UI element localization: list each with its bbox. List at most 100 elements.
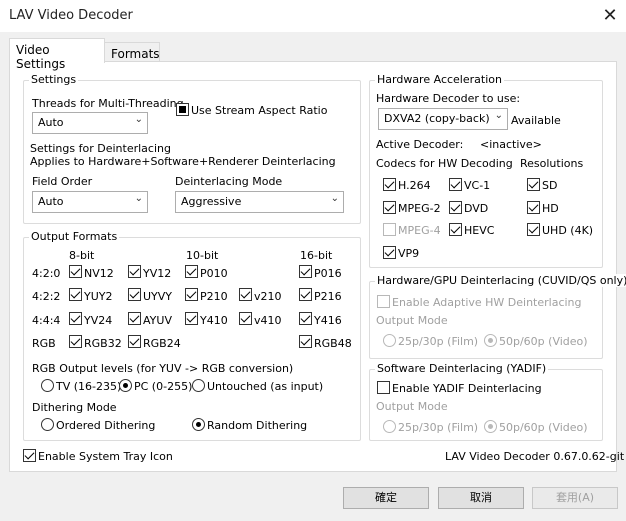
- yuy2-checkbox[interactable]: [69, 288, 82, 301]
- yadif-checkbox[interactable]: [377, 381, 390, 394]
- hw-video-radio[interactable]: [484, 334, 497, 347]
- dvd-checkbox[interactable]: [449, 201, 462, 214]
- stream-aspect-label: Use Stream Aspect Ratio: [191, 104, 328, 117]
- hw-accel-legend: Hardware Acceleration: [375, 73, 504, 86]
- yadif-label: Enable YADIF Deinterlacing: [392, 382, 542, 395]
- untouched-radio[interactable]: [192, 379, 205, 392]
- uyvy-label: UYVY: [143, 290, 173, 303]
- stream-aspect-checkbox[interactable]: [176, 103, 189, 116]
- col-16bit: 16-bit: [300, 249, 333, 262]
- ordered-dither-label: Ordered Dithering: [56, 419, 156, 432]
- p016-label: P016: [314, 267, 342, 280]
- hw-decoder-label: Hardware Decoder to use:: [376, 92, 521, 105]
- mpeg2-checkbox[interactable]: [383, 201, 396, 214]
- random-dither-radio[interactable]: [192, 418, 205, 431]
- sd-label: SD: [542, 179, 558, 192]
- p010-checkbox[interactable]: [185, 265, 198, 278]
- vp9-checkbox[interactable]: [383, 246, 396, 259]
- tray-icon-checkbox[interactable]: [23, 449, 36, 462]
- rgb24-label: RGB24: [143, 337, 181, 350]
- v210-checkbox[interactable]: [239, 288, 252, 301]
- tab-formats[interactable]: Formats: [104, 42, 160, 62]
- active-decoder-label: Active Decoder:: [376, 138, 464, 151]
- hw-decoder-select[interactable]: DXVA2 (copy-back) ⌄: [378, 108, 508, 130]
- rgb48-label: RGB48: [314, 337, 352, 350]
- col-8bit: 8-bit: [69, 249, 95, 262]
- field-order-value: Auto: [38, 195, 64, 208]
- h264-label: H.264: [398, 179, 431, 192]
- active-decoder-value: <inactive>: [480, 138, 542, 151]
- ayuv-checkbox[interactable]: [128, 312, 141, 325]
- y416-checkbox[interactable]: [299, 312, 312, 325]
- hd-checkbox[interactable]: [527, 201, 540, 214]
- uhd-label: UHD (4K): [542, 224, 594, 237]
- v410-label: v410: [254, 314, 282, 327]
- sw-video-radio[interactable]: [484, 420, 497, 433]
- threads-select[interactable]: Auto ⌄: [32, 112, 148, 134]
- close-icon[interactable]: ✕: [600, 6, 620, 26]
- p210-checkbox[interactable]: [185, 288, 198, 301]
- yv24-checkbox[interactable]: [69, 312, 82, 325]
- yv24-label: YV24: [84, 314, 113, 327]
- v410-checkbox[interactable]: [239, 312, 252, 325]
- hevc-label: HEVC: [464, 224, 495, 237]
- tab-video-settings[interactable]: Video Settings: [9, 38, 105, 71]
- hw-film-radio[interactable]: [383, 334, 396, 347]
- deint-mode-value: Aggressive: [181, 195, 242, 208]
- tv-range-radio[interactable]: [41, 379, 54, 392]
- h264-checkbox[interactable]: [383, 178, 396, 191]
- hevc-checkbox[interactable]: [449, 223, 462, 236]
- hw-deint-legend: Hardware/GPU Deinterlacing (CUVID/QS onl…: [375, 274, 626, 287]
- field-order-select[interactable]: Auto ⌄: [32, 191, 148, 213]
- ok-button[interactable]: 確定: [343, 487, 429, 509]
- uyvy-checkbox[interactable]: [128, 288, 141, 301]
- rgb24-checkbox[interactable]: [128, 335, 141, 348]
- threads-value: Auto: [38, 116, 64, 129]
- y410-label: Y410: [200, 314, 228, 327]
- dvd-label: DVD: [464, 202, 489, 215]
- yv12-checkbox[interactable]: [128, 265, 141, 278]
- sw-output-mode-label: Output Mode: [376, 400, 448, 413]
- dither-label: Dithering Mode: [32, 401, 117, 414]
- pc-range-radio[interactable]: [119, 379, 132, 392]
- p016-checkbox[interactable]: [299, 265, 312, 278]
- vc1-label: VC-1: [464, 179, 491, 192]
- sw-film-radio[interactable]: [383, 420, 396, 433]
- tray-icon-label: Enable System Tray Icon: [38, 450, 173, 463]
- deint-mode-label: Deinterlacing Mode: [175, 175, 283, 188]
- adaptive-hw-deint-checkbox[interactable]: [377, 295, 390, 308]
- hw-resolutions-label: Resolutions: [520, 157, 584, 170]
- cancel-button[interactable]: 取消: [438, 487, 524, 509]
- nv12-label: NV12: [84, 267, 114, 280]
- ordered-dither-radio[interactable]: [41, 418, 54, 431]
- deint-mode-select[interactable]: Aggressive ⌄: [175, 191, 344, 213]
- hw-film-label: 25p/30p (Film): [398, 335, 479, 348]
- pc-range-label: PC (0-255): [134, 380, 193, 393]
- nv12-checkbox[interactable]: [69, 265, 82, 278]
- mpeg4-checkbox[interactable]: [383, 223, 396, 236]
- sd-checkbox[interactable]: [527, 178, 540, 191]
- sw-film-label: 25p/30p (Film): [398, 421, 479, 434]
- version-text: LAV Video Decoder 0.67.0.62-git: [445, 450, 625, 463]
- vc1-checkbox[interactable]: [449, 178, 462, 191]
- mpeg4-label: MPEG-4: [398, 224, 441, 237]
- hw-codecs-label: Codecs for HW Decoding: [376, 157, 513, 170]
- apply-button[interactable]: 套用(A): [532, 487, 618, 509]
- rgb-levels-label: RGB Output levels (for YUV -> RGB conver…: [32, 362, 294, 375]
- row-420-label: 4:2:0: [32, 267, 61, 280]
- rgb32-label: RGB32: [84, 337, 122, 350]
- chevron-down-icon: ⌄: [494, 110, 503, 121]
- p216-label: P216: [314, 290, 342, 303]
- settings-legend: Settings: [29, 73, 79, 86]
- uhd-checkbox[interactable]: [527, 223, 540, 236]
- row-444-label: 4:4:4: [32, 314, 61, 327]
- y410-checkbox[interactable]: [185, 312, 198, 325]
- p216-checkbox[interactable]: [299, 288, 312, 301]
- chevron-down-icon: ⌄: [134, 193, 143, 204]
- hw-available-text: Available: [511, 114, 561, 127]
- chevron-down-icon: ⌄: [134, 114, 143, 125]
- untouched-label: Untouched (as input): [207, 380, 324, 393]
- rgb32-checkbox[interactable]: [69, 335, 82, 348]
- sw-video-label: 50p/60p (Video): [499, 421, 588, 434]
- rgb48-checkbox[interactable]: [299, 335, 312, 348]
